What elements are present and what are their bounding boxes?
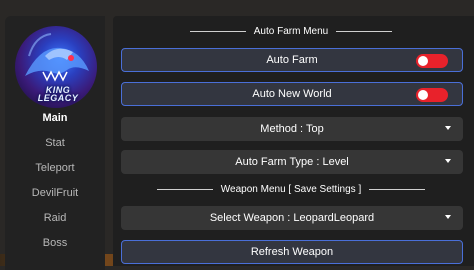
select-weapon-label: Select Weapon : LeopardLeopard	[209, 212, 375, 224]
sidebar-item-boss[interactable]: Boss	[5, 237, 105, 249]
auto-new-world-label: Auto New World	[252, 88, 332, 100]
refresh-weapon-label: Refresh Weapon	[250, 246, 334, 258]
auto-farm-toggle[interactable]	[416, 54, 448, 68]
sidebar-item-devilfruit[interactable]: DevilFruit	[5, 187, 105, 199]
auto-farm-label: Auto Farm	[266, 54, 318, 66]
auto-new-world-toggle[interactable]	[416, 88, 448, 102]
weapon-section-header: Weapon Menu [ Save Settings ]	[121, 182, 461, 196]
game-logo-text: KING LEGACY	[37, 85, 79, 103]
refresh-weapon-button[interactable]: Refresh Weapon	[121, 240, 463, 264]
divider	[336, 30, 393, 32]
chevron-down-icon	[445, 215, 451, 219]
auto-farm-type-label: Auto Farm Type : Level	[235, 156, 349, 168]
divider	[369, 188, 426, 190]
sidebar-item-main[interactable]: Main	[5, 112, 105, 124]
auto-new-world-toggle-row[interactable]: Auto New World	[121, 82, 463, 106]
main-panel: Auto Farm Menu Auto Farm Auto New World …	[113, 16, 474, 266]
auto-farm-toggle-row[interactable]: Auto Farm	[121, 48, 463, 72]
sidebar-item-teleport[interactable]: Teleport	[5, 162, 105, 174]
toggle-knob	[418, 56, 428, 66]
select-weapon-dropdown[interactable]: Select Weapon : LeopardLeopard	[121, 206, 463, 230]
chevron-down-icon	[445, 159, 451, 163]
sidebar: KING LEGACY Main Stat Teleport DevilFruit…	[5, 16, 105, 270]
game-logo-avatar: KING LEGACY	[15, 26, 97, 108]
sidebar-item-raid[interactable]: Raid	[5, 212, 105, 224]
sidebar-item-stat[interactable]: Stat	[5, 137, 105, 149]
divider	[156, 188, 213, 190]
chevron-down-icon	[445, 126, 451, 130]
toggle-knob	[418, 90, 428, 100]
section-title: Auto Farm Menu	[253, 25, 329, 37]
section-title: Weapon Menu [ Save Settings ]	[220, 183, 362, 195]
auto-farm-type-dropdown[interactable]: Auto Farm Type : Level	[121, 150, 463, 174]
method-dropdown-label: Method : Top	[260, 123, 324, 135]
method-dropdown[interactable]: Method : Top	[121, 117, 463, 141]
divider	[189, 30, 246, 32]
auto-farm-section-header: Auto Farm Menu	[121, 24, 461, 38]
